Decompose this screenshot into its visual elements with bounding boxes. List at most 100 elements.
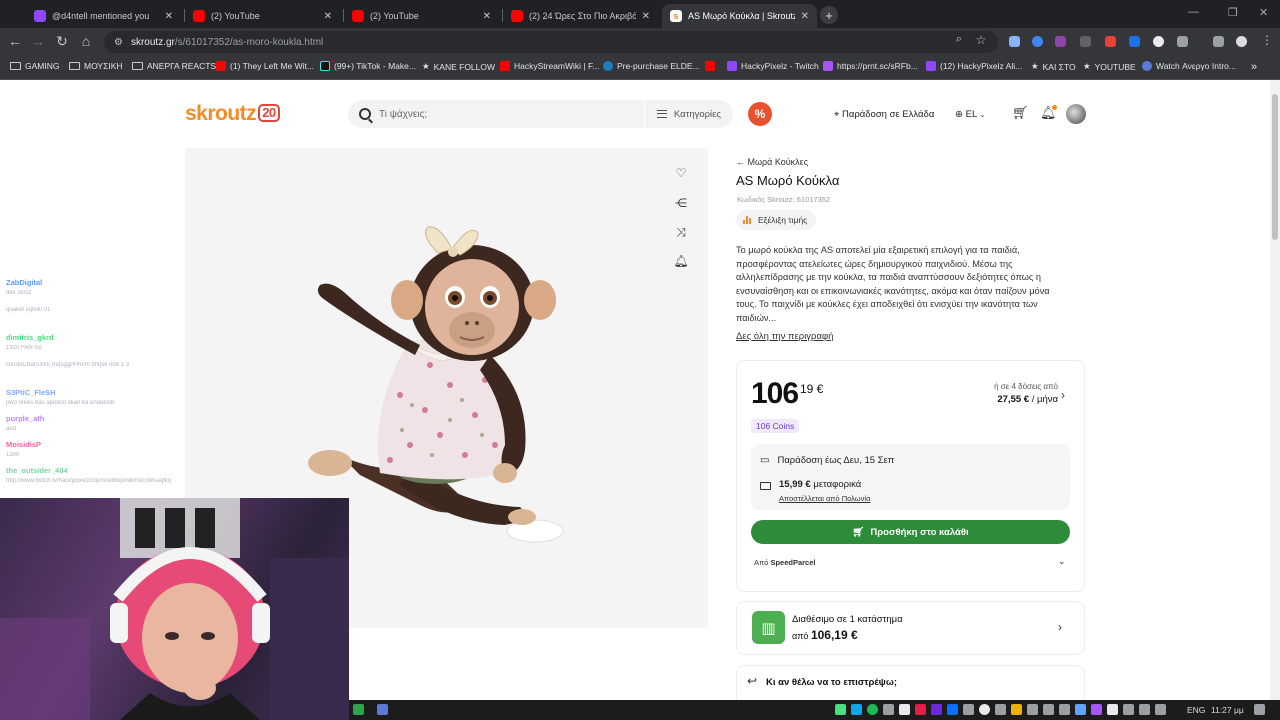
promo-icon[interactable]: %	[748, 102, 772, 126]
chevron-down-icon[interactable]: ⌄	[1058, 556, 1066, 567]
media-icon[interactable]	[1213, 36, 1224, 47]
bookmark-folder[interactable]: ΜΟΥΣΙΚΗ	[69, 61, 123, 71]
tray-icon[interactable]	[899, 704, 910, 715]
store-availability-card[interactable]	[736, 601, 1085, 655]
chevron-right-icon[interactable]: ›	[1061, 388, 1065, 402]
search-bar[interactable]: Τι ψάχνεις; Κατηγορίες	[348, 100, 733, 128]
close-tab-icon[interactable]: ✕	[801, 11, 809, 22]
ships-from-link[interactable]: Αποστέλλεται από Πολωνία	[779, 494, 870, 503]
compare-icon[interactable]: ⤨	[672, 225, 690, 243]
app-icon[interactable]	[377, 704, 388, 715]
installments-amount[interactable]: 27,55 € / μήνα	[900, 394, 1058, 405]
bookmark-item[interactable]	[705, 61, 715, 71]
close-tab-icon[interactable]: ✕	[324, 11, 332, 22]
extension-icon[interactable]	[1105, 36, 1116, 47]
close-tab-icon[interactable]: ✕	[165, 11, 173, 22]
tray-icon[interactable]	[947, 704, 958, 715]
tray-icon[interactable]	[995, 704, 1006, 715]
categories-button[interactable]: Κατηγορίες	[645, 109, 733, 120]
more-bookmarks-icon[interactable]: »	[1251, 61, 1257, 73]
new-tab-button[interactable]: +	[820, 6, 838, 24]
price-alert-bell-icon[interactable]: 🔔︎	[672, 254, 690, 272]
tray-icon[interactable]	[851, 704, 862, 715]
bookmark-item[interactable]: HackyStreamWiki | F...	[500, 61, 599, 71]
bookmark-item[interactable]: HackyPixelz - Twitch	[727, 61, 819, 71]
bookmark-item[interactable]: (12) HackyPixelz Ali...	[926, 61, 1022, 71]
share-icon[interactable]: ⋲	[672, 196, 690, 214]
tray-icon[interactable]	[1027, 704, 1038, 715]
tray-icon[interactable]	[1139, 704, 1150, 715]
tab-twitch-mention[interactable]: @d4ntell mentioned you ✕	[26, 4, 181, 28]
zoom-icon[interactable]: ⌕	[950, 33, 968, 46]
tray-icon[interactable]	[1011, 704, 1022, 715]
menu-kebab-icon[interactable]: ⋮	[1258, 33, 1276, 47]
forward-icon[interactable]: →	[29, 33, 47, 49]
clock[interactable]: 11:27 μμ	[1211, 705, 1244, 715]
tab-skroutz-active[interactable]: s AS Μωρό Κούκλα | Skroutz.gr ✕	[662, 4, 817, 28]
site-info-icon[interactable]: ⚙	[114, 37, 123, 48]
search-input[interactable]: Τι ψάχνεις;	[379, 109, 644, 120]
tray-icon[interactable]	[915, 704, 926, 715]
delivery-location-button[interactable]: ⌖ Παράδοση σε Ελλάδα	[834, 109, 934, 120]
tab-youtube-1[interactable]: (2) YouTube ✕	[185, 4, 340, 28]
extension-icon[interactable]	[1129, 36, 1140, 47]
bookmark-item[interactable]: ★ KANE FOLLOW	[422, 61, 495, 72]
seller-info[interactable]: Από SpeedParcel	[754, 558, 815, 567]
skroutz-logo[interactable]: skroutz 20	[185, 102, 280, 126]
tray-icon[interactable]	[1043, 704, 1054, 715]
bookmark-folder[interactable]: GAMING	[10, 61, 59, 71]
favorite-heart-icon[interactable]: ♡	[672, 166, 690, 184]
spotify-icon[interactable]	[867, 704, 878, 715]
bookmark-item[interactable]: (99+) TikTok - Make...	[320, 61, 416, 71]
minimize-icon[interactable]: —	[1188, 6, 1199, 18]
add-to-cart-button[interactable]: 🛒︎ Προσθήκη στο καλάθι	[751, 520, 1070, 544]
language-selector[interactable]: ⊕ EL ⌄	[955, 109, 985, 120]
price-history-button[interactable]: Εξέλιξη τιμής	[736, 210, 817, 230]
installments-label[interactable]: ή σε 4 δόσεις από	[900, 382, 1058, 391]
app-icon[interactable]	[353, 704, 364, 715]
tray-icon[interactable]	[979, 704, 990, 715]
tray-icon[interactable]	[1155, 704, 1166, 715]
scrollbar-thumb[interactable]	[1272, 94, 1278, 240]
home-icon[interactable]: ⌂	[77, 33, 95, 49]
notifications-icon[interactable]	[1254, 704, 1265, 715]
close-window-icon[interactable]: ✕	[1259, 6, 1268, 19]
chevron-right-icon[interactable]: ›	[1058, 620, 1062, 634]
tray-icon[interactable]	[1059, 704, 1070, 715]
input-language[interactable]: ENG	[1187, 705, 1205, 715]
close-tab-icon[interactable]: ✕	[642, 11, 650, 22]
bookmark-star-icon[interactable]: ☆	[972, 33, 990, 47]
profile-icon[interactable]	[1236, 36, 1247, 47]
address-bar[interactable]: ⚙ skroutz.gr/s/61017352/as-moro-koukla.h…	[104, 31, 998, 53]
bookmark-item[interactable]: (1) They Left Me Wit...	[216, 61, 314, 71]
tray-icon[interactable]	[963, 704, 974, 715]
tray-icon[interactable]	[1123, 704, 1134, 715]
bookmark-folder[interactable]: ΑΝΕΡΓΑ REACTS	[132, 61, 216, 71]
breadcrumb[interactable]: ← Μωρά Κούκλες	[736, 157, 808, 167]
close-tab-icon[interactable]: ✕	[483, 11, 491, 22]
tray-icon[interactable]	[931, 704, 942, 715]
see-full-description-link[interactable]: Δες όλη την περιγραφή	[736, 331, 833, 342]
user-avatar[interactable]	[1066, 104, 1086, 124]
restore-icon[interactable]: ❐	[1228, 6, 1238, 19]
tab-youtube-3[interactable]: (2) 24 Ώρες Στο Πιο Ακριβό Ν... ✕	[503, 4, 658, 28]
extension-icon[interactable]	[1153, 36, 1164, 47]
bookmark-item[interactable]: https://prnt.sc/sRFb...	[823, 61, 918, 71]
tray-icon[interactable]	[1075, 704, 1086, 715]
cart-icon[interactable]: 🛒︎	[1012, 105, 1029, 121]
bookmark-item[interactable]: Watch Ανεργο Intro...	[1142, 61, 1236, 71]
extension-icon[interactable]	[1032, 36, 1043, 47]
reload-icon[interactable]: ↻	[53, 33, 71, 50]
tab-youtube-2[interactable]: (2) YouTube ✕	[344, 4, 499, 28]
extension-icon[interactable]	[1055, 36, 1066, 47]
bookmark-item[interactable]: ★ YOUTUBE	[1083, 61, 1136, 72]
tray-icon[interactable]	[835, 704, 846, 715]
extension-icon[interactable]	[1080, 36, 1091, 47]
back-icon[interactable]: ←	[6, 33, 24, 49]
bookmark-item[interactable]: Pre-purchase ELDE...	[603, 61, 700, 71]
extensions-puzzle-icon[interactable]	[1177, 36, 1188, 47]
tray-icon[interactable]	[1091, 704, 1102, 715]
tray-icon[interactable]	[883, 704, 894, 715]
bookmark-item[interactable]: ★ ΚΑΙ ΣΤΟ	[1031, 61, 1076, 72]
extension-icon[interactable]	[1009, 36, 1020, 47]
